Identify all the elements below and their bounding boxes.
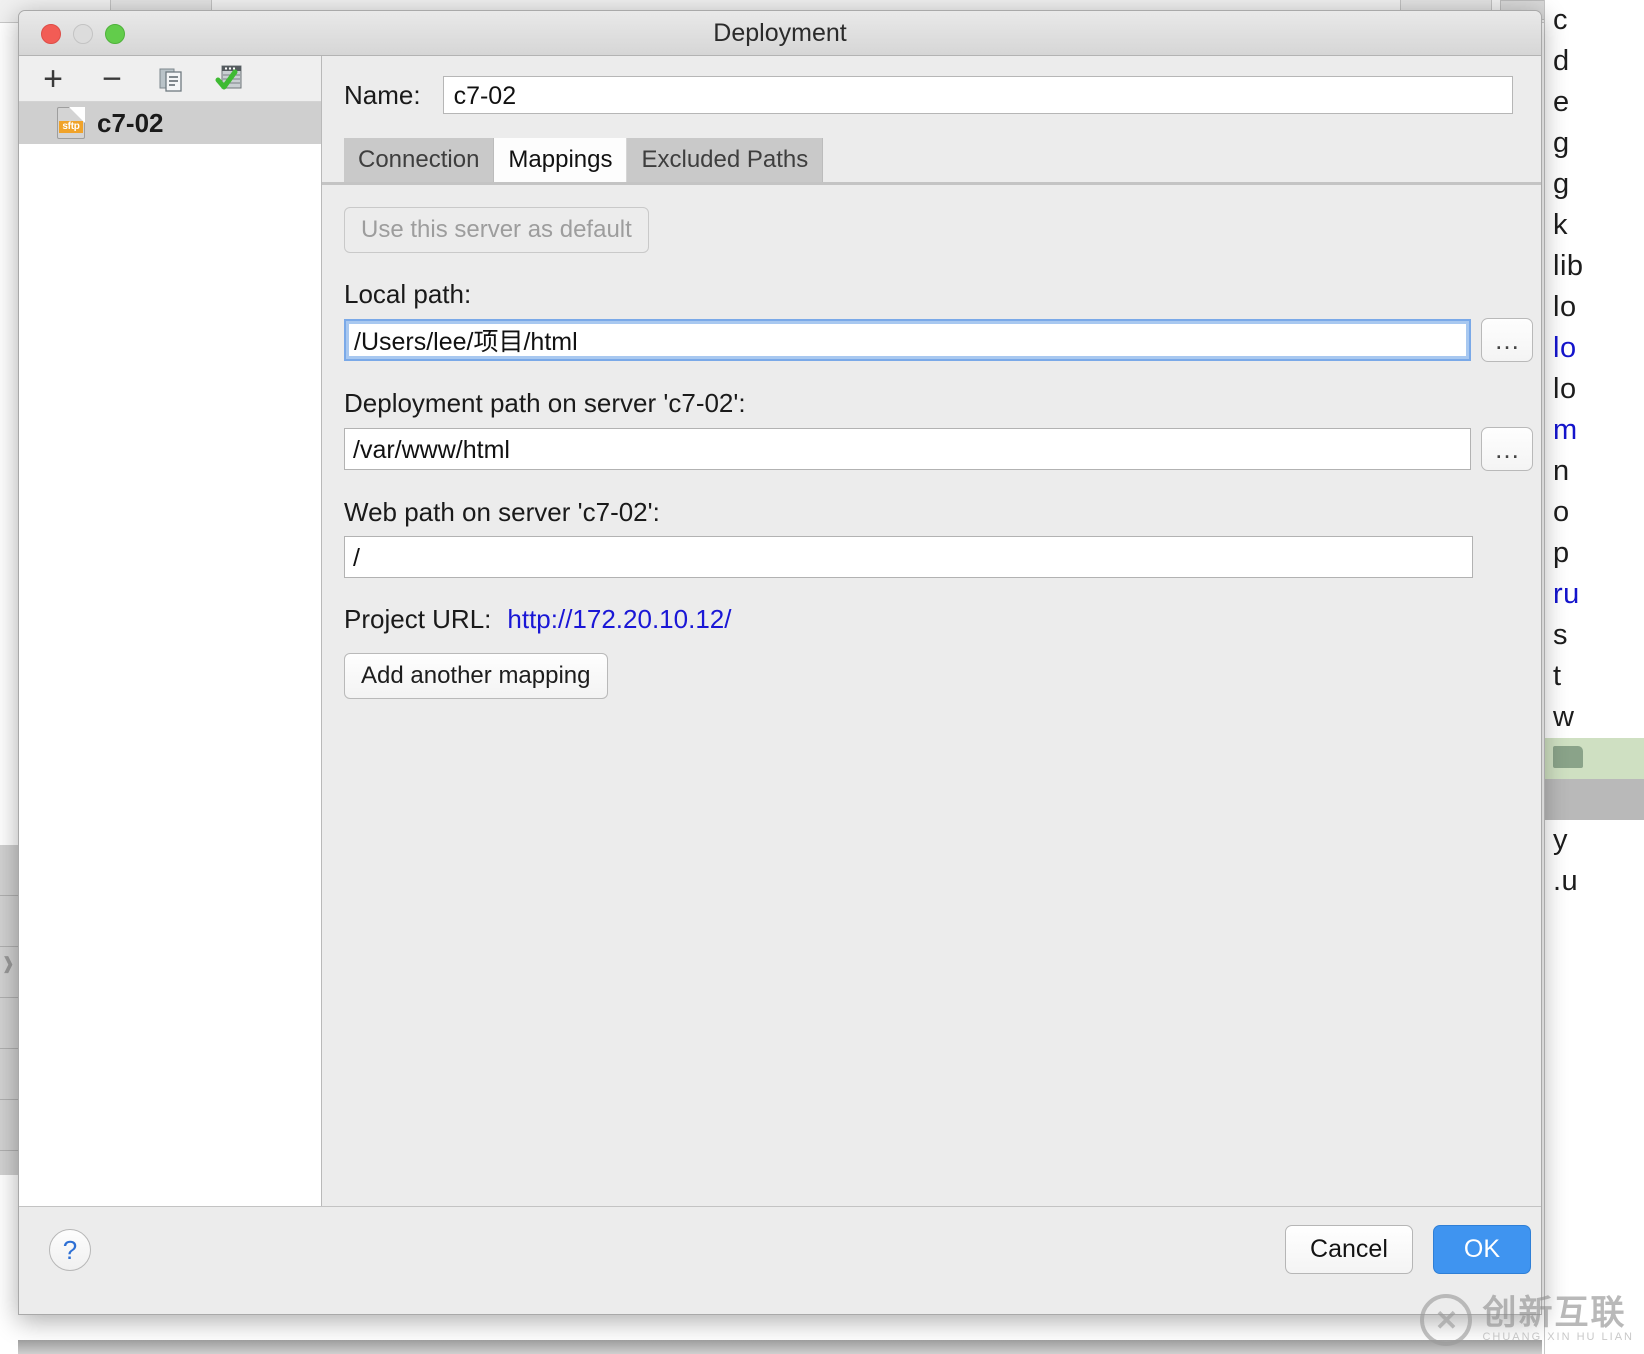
ok-button[interactable]: OK xyxy=(1432,1225,1531,1274)
background-tree-node[interactable]: lo xyxy=(1545,287,1644,328)
local-path-label: Local path: xyxy=(344,279,472,309)
background-tree-node[interactable] xyxy=(1545,779,1644,820)
name-input[interactable]: c7-02 xyxy=(442,76,1513,114)
minimize-window-button[interactable] xyxy=(73,24,93,44)
background-tree-node[interactable]: k xyxy=(1545,205,1644,246)
dialog-titlebar[interactable]: Deployment xyxy=(19,11,1541,56)
deployment-path-browse-button[interactable]: … xyxy=(1481,427,1533,471)
server-list-item-label: c7-02 xyxy=(97,107,164,138)
background-tree-node[interactable]: o xyxy=(1545,492,1644,533)
local-path-input[interactable]: /Users/lee/项目/html xyxy=(344,319,1471,361)
zoom-window-button[interactable] xyxy=(105,24,125,44)
sftp-file-icon: sftp xyxy=(57,107,85,139)
settings-tabs: Connection Mappings Excluded Paths xyxy=(344,136,1541,182)
background-tree-node[interactable]: t xyxy=(1545,656,1644,697)
local-path-browse-button[interactable]: … xyxy=(1481,318,1533,362)
deployment-path-input[interactable]: /var/www/html xyxy=(344,428,1471,470)
sftp-badge-label: sftp xyxy=(59,121,83,133)
local-path-row: /Users/lee/项目/html … xyxy=(344,318,1541,362)
server-settings-pane: Name: c7-02 Connection Mappings Excluded… xyxy=(322,56,1541,1206)
remove-server-button[interactable]: − xyxy=(96,62,128,96)
server-list-item-c7-02[interactable]: sftp c7-02 xyxy=(19,102,321,144)
background-project-tree[interactable]: c d e g g k lib lo lo lo m n o p ru s t w y .u xyxy=(1544,0,1644,1354)
dialog-footer: ? Cancel OK xyxy=(19,1206,1541,1314)
use-this-server-as-default-button[interactable]: Use this server as default xyxy=(344,207,649,253)
background-tree-node[interactable]: p xyxy=(1545,533,1644,574)
deployment-path-row: /var/www/html … xyxy=(344,427,1541,471)
deployment-dialog: Deployment + − sftp c7-02 Name: c7-02 Co… xyxy=(18,10,1542,1315)
server-list-pane: + − sftp c7-02 xyxy=(19,56,322,1206)
help-button[interactable]: ? xyxy=(49,1229,91,1271)
footer-actions: Cancel OK xyxy=(1285,1225,1531,1274)
project-url-link[interactable]: http://172.20.10.12/ xyxy=(507,604,731,635)
chevron-right-icon: ❱ xyxy=(1,954,16,973)
tab-excluded-paths[interactable]: Excluded Paths xyxy=(627,138,824,182)
add-mapping-row: Add another mapping xyxy=(344,653,1541,699)
background-tree-node[interactable]: m xyxy=(1545,410,1644,451)
name-label: Name: xyxy=(344,79,421,110)
web-path-row: / xyxy=(344,536,1541,578)
web-path-input[interactable]: / xyxy=(344,536,1473,578)
mappings-panel: Use this server as default Local path: /… xyxy=(322,207,1541,699)
background-tree-node[interactable]: s xyxy=(1545,615,1644,656)
deployment-path-label: Deployment path on server 'c7-02': xyxy=(344,388,746,418)
background-tree-node[interactable] xyxy=(1545,738,1644,779)
web-path-label: Web path on server 'c7-02': xyxy=(344,497,660,527)
set-as-default-server-button[interactable] xyxy=(214,64,246,94)
background-tree-node[interactable]: n xyxy=(1545,451,1644,492)
background-left-toolwindow-rail[interactable]: ❱ xyxy=(0,845,19,1175)
background-tree-node[interactable]: g xyxy=(1545,164,1644,205)
background-tree-node[interactable]: lo xyxy=(1545,369,1644,410)
tab-mappings[interactable]: Mappings xyxy=(494,138,628,182)
copy-server-button[interactable] xyxy=(155,64,187,94)
background-tree-node[interactable]: g xyxy=(1545,123,1644,164)
background-tree-node[interactable]: w xyxy=(1545,697,1644,738)
background-tree-node[interactable]: lo xyxy=(1545,328,1644,369)
background-tree-node[interactable]: y xyxy=(1545,820,1644,861)
add-server-button[interactable]: + xyxy=(37,62,69,96)
server-list-toolbar: + − xyxy=(19,56,321,102)
tab-connection[interactable]: Connection xyxy=(344,138,495,182)
background-tree-node[interactable]: d xyxy=(1545,41,1644,82)
name-row: Name: c7-02 xyxy=(322,56,1541,114)
background-tree-node[interactable]: ru xyxy=(1545,574,1644,615)
background-tree-node[interactable]: lib xyxy=(1545,246,1644,287)
tabs-underline xyxy=(322,182,1541,185)
project-url-label: Project URL: xyxy=(344,604,492,634)
add-another-mapping-button[interactable]: Add another mapping xyxy=(344,653,608,699)
cancel-button[interactable]: Cancel xyxy=(1285,1225,1413,1274)
window-controls xyxy=(41,24,125,44)
background-tree-node[interactable]: c xyxy=(1545,0,1644,41)
close-window-button[interactable] xyxy=(41,24,61,44)
window-drop-shadow xyxy=(18,1340,1542,1354)
dialog-title: Deployment xyxy=(713,19,847,47)
dialog-body: + − sftp c7-02 Name: c7-02 Connection Ma… xyxy=(19,56,1541,1206)
project-url-row: Project URL: http://172.20.10.12/ xyxy=(344,604,1541,635)
folder-icon xyxy=(1553,746,1583,769)
background-tree-node[interactable]: e xyxy=(1545,82,1644,123)
background-tree-node[interactable]: .u xyxy=(1545,861,1644,902)
